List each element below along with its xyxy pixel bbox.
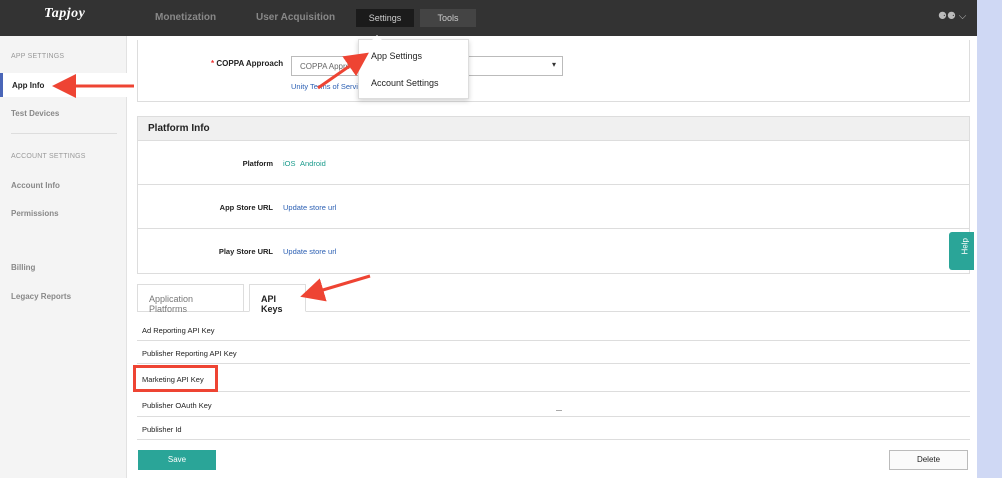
play-store-label: Play Store URL <box>218 247 273 256</box>
top-navbar: Tapjoy Monetization User Acquisition Set… <box>0 0 977 36</box>
tab-bar: Application Platforms API Keys <box>137 284 970 314</box>
list-item: Publisher Reporting API Key <box>137 341 970 364</box>
menu-item-app-settings[interactable]: App Settings <box>371 51 422 61</box>
platform-ios[interactable]: iOS <box>283 159 296 168</box>
play-store-row: Play Store URL Update store url <box>138 229 969 273</box>
sidebar-divider <box>11 133 117 134</box>
highlight-box <box>133 365 218 392</box>
sidebar-item-billing[interactable]: Billing <box>11 263 35 272</box>
api-key-label: Ad Reporting API Key <box>142 326 215 335</box>
sidebar-item-label: App Info <box>12 81 45 90</box>
api-key-label: Publisher Reporting API Key <box>142 349 237 358</box>
tab-application-platforms[interactable]: Application Platforms <box>137 284 244 314</box>
help-label: Help <box>960 238 970 255</box>
dropdown-caret-icon <box>372 35 382 40</box>
sidebar-item-app-info[interactable]: App Info <box>0 73 127 97</box>
app-store-label: App Store URL <box>219 203 273 212</box>
settings-dropdown-menu: App Settings Account Settings <box>358 35 469 99</box>
sidebar-heading-app-settings: APP SETTINGS <box>11 53 65 60</box>
nav-user-acquisition[interactable]: User Acquisition <box>256 9 335 27</box>
main-content: * COPPA Approach COPPA Approach ▾ Unity … <box>127 36 977 478</box>
chevron-down-icon: ▾ <box>551 60 556 69</box>
divider <box>556 410 562 411</box>
nav-settings[interactable]: Settings <box>356 9 414 27</box>
required-mark: * <box>211 59 215 68</box>
sidebar-heading-account-settings: ACCOUNT SETTINGS <box>11 153 86 160</box>
app-store-link[interactable]: Update store url <box>283 203 336 212</box>
sidebar-item-permissions[interactable]: Permissions <box>11 209 59 218</box>
api-key-label: Publisher Id <box>142 425 182 434</box>
user-menu-icon[interactable]: ⚈⚈ ⌵ <box>938 11 966 22</box>
list-item: Publisher OAuth Key <box>137 392 970 417</box>
save-button[interactable]: Save <box>138 450 216 470</box>
list-item: Ad Reporting API Key <box>137 318 970 341</box>
sidebar-item-test-devices[interactable]: Test Devices <box>11 109 59 118</box>
tab-api-keys[interactable]: API Keys <box>249 284 306 314</box>
platform-row: Platform iOS Android <box>138 141 969 185</box>
menu-item-account-settings[interactable]: Account Settings <box>371 78 439 88</box>
unity-terms-link[interactable]: Unity Terms of Service <box>291 82 366 91</box>
list-item: Marketing API Key <box>137 366 970 392</box>
platform-android[interactable]: Android <box>300 159 326 168</box>
play-store-link[interactable]: Update store url <box>283 247 336 256</box>
delete-button[interactable]: Delete <box>889 450 968 470</box>
help-button[interactable]: Help <box>949 232 974 270</box>
coppa-select-value: COPPA Approach <box>300 62 363 71</box>
tapjoy-logo[interactable]: Tapjoy <box>44 6 85 22</box>
sidebar-item-legacy-reports[interactable]: Legacy Reports <box>11 292 71 301</box>
app-store-row: App Store URL Update store url <box>138 185 969 229</box>
list-item: Publisher Id <box>137 417 970 440</box>
coppa-section: * COPPA Approach COPPA Approach ▾ Unity … <box>137 40 970 102</box>
platform-info-panel: Platform Info Platform iOS Android App S… <box>137 116 970 274</box>
sidebar-item-account-info[interactable]: Account Info <box>11 181 60 190</box>
nav-monetization[interactable]: Monetization <box>155 9 216 27</box>
coppa-label-text: COPPA Approach <box>216 59 284 68</box>
window-edge <box>977 0 1002 478</box>
panel-title: Platform Info <box>138 117 969 141</box>
sidebar: APP SETTINGS App Info Test Devices ACCOU… <box>0 36 127 478</box>
platform-label: Platform <box>242 159 273 168</box>
nav-tools[interactable]: Tools <box>420 9 476 27</box>
coppa-label: * COPPA Approach <box>211 59 283 68</box>
api-key-label: Publisher OAuth Key <box>142 401 212 410</box>
